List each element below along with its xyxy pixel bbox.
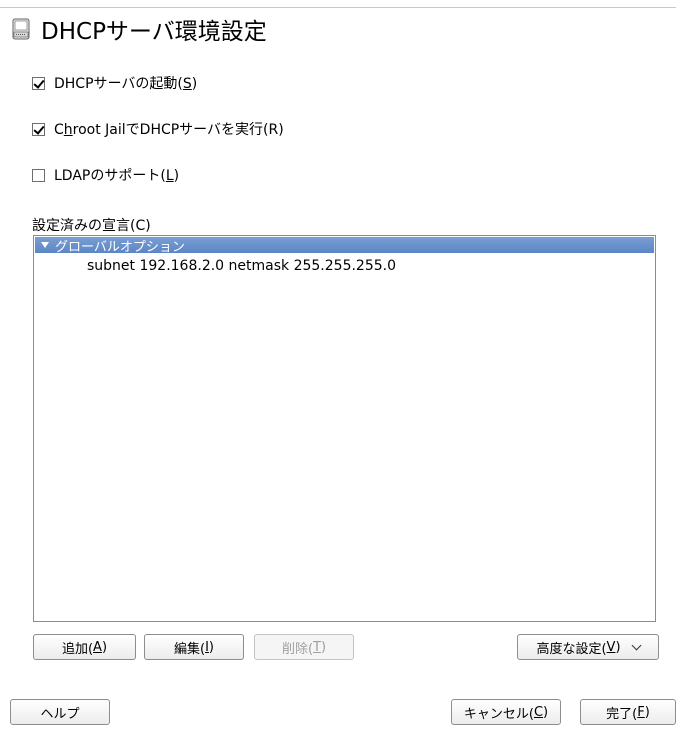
expand-triangle-icon[interactable] [41,242,49,248]
page-title: DHCPサーバ環境設定 [41,19,267,45]
declarations-tree[interactable]: グローバルオプション subnet 192.168.2.0 netmask 25… [33,235,656,622]
declarations-label: 設定済みの宣言(C) [32,218,151,234]
advanced-settings-button[interactable]: 高度な設定(V) [517,634,659,660]
delete-button[interactable]: 削除(T) [254,634,354,660]
cancel-button[interactable]: キャンセル(C) [451,699,561,725]
server-icon [12,18,30,40]
finish-button[interactable]: 完了(F) [580,699,676,725]
chroot-label: Chroot JailでDHCPサーバを実行(R) [54,122,284,138]
ldap-checkbox-row[interactable]: LDAPのサポート(L) [32,165,179,185]
top-rule [0,7,676,8]
start-dhcp-checkbox-row[interactable]: DHCPサーバの起動(S) [32,73,197,93]
ldap-checkbox[interactable] [32,168,45,182]
add-button[interactable]: 追加(A) [33,634,136,660]
title-bar: DHCPサーバ環境設定 [9,13,267,45]
tree-item-label: グローバルオプション [55,239,185,255]
chroot-checkbox[interactable] [32,122,45,136]
chroot-checkbox-row[interactable]: Chroot JailでDHCPサーバを実行(R) [32,119,284,139]
edit-button[interactable]: 編集(I) [144,634,244,660]
ldap-label: LDAPのサポート(L) [54,168,180,184]
start-dhcp-label: DHCPサーバの起動(S) [54,76,198,92]
start-dhcp-checkbox[interactable] [32,76,45,90]
chevron-down-icon [631,640,641,650]
tree-item-subnet[interactable]: subnet 192.168.2.0 netmask 255.255.255.0 [87,258,396,274]
tree-item-global-options[interactable]: グローバルオプション [35,237,654,255]
help-button[interactable]: ヘルプ [10,699,110,725]
